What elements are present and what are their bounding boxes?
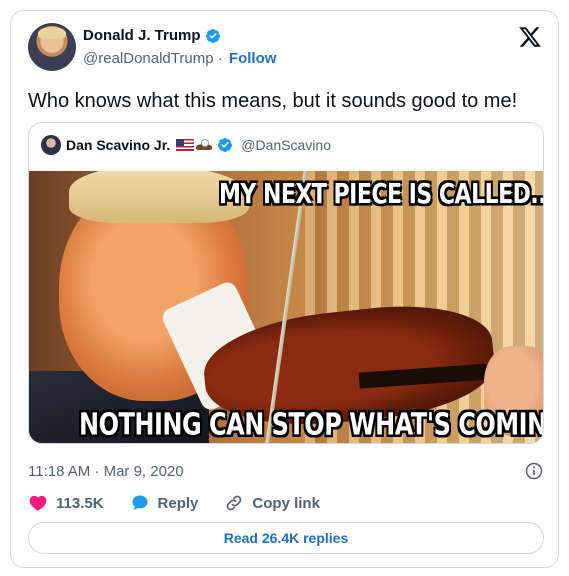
verified-badge-icon xyxy=(218,138,233,152)
timestamp-row: 11:18 AM · Mar 9, 2020 xyxy=(28,461,544,481)
quoted-author-display-name[interactable]: Dan Scavino Jr. xyxy=(66,137,170,153)
like-button[interactable]: 113.5K xyxy=(28,493,104,513)
eagle-icon xyxy=(196,138,213,152)
copy-link-label: Copy link xyxy=(252,494,320,512)
follow-button[interactable]: Follow xyxy=(229,50,277,67)
like-count: 113.5K xyxy=(56,494,104,512)
speech-bubble-icon xyxy=(132,495,148,511)
x-logo-icon[interactable] xyxy=(518,25,542,49)
heart-icon xyxy=(29,495,47,511)
read-replies-button[interactable]: Read 26.4K replies xyxy=(28,522,544,554)
tweet-embed-card: Donald J. Trump @realDonaldTrump · Follo… xyxy=(10,10,559,568)
meme-caption-top: MY NEXT PIECE IS CALLED... xyxy=(219,179,544,211)
quoted-tweet-header: Dan Scavino Jr. @DanScavino xyxy=(41,135,331,155)
link-icon xyxy=(227,495,242,511)
quoted-tweet[interactable]: Dan Scavino Jr. @DanScavino MY NEXT PIEC… xyxy=(28,122,544,444)
tweet-actions: 113.5K Reply Copy link xyxy=(28,493,320,513)
tweet-text: Who knows what this means, but it sounds… xyxy=(28,90,518,112)
author-handle[interactable]: @realDonaldTrump xyxy=(83,50,214,67)
author-display-name[interactable]: Donald J. Trump xyxy=(83,27,201,44)
quoted-author-handle[interactable]: @DanScavino xyxy=(241,137,331,153)
meme-caption-bottom: NOTHING CAN STOP WHAT'S COMING. xyxy=(79,407,544,442)
reply-label: Reply xyxy=(157,494,199,512)
handle-separator: · xyxy=(217,50,223,67)
author-name-row: Donald J. Trump xyxy=(83,27,221,44)
reply-button[interactable]: Reply xyxy=(130,493,199,513)
tweet-timestamp[interactable]: 11:18 AM · Mar 9, 2020 xyxy=(28,463,184,480)
author-handle-row: @realDonaldTrump · Follow xyxy=(83,50,276,67)
author-avatar[interactable] xyxy=(28,23,76,71)
copy-link-button[interactable]: Copy link xyxy=(224,493,320,513)
verified-badge-icon xyxy=(205,28,220,43)
quoted-tweet-image[interactable]: MY NEXT PIECE IS CALLED... NOTHING CAN S… xyxy=(29,171,544,443)
info-icon[interactable] xyxy=(524,461,544,481)
us-flag-icon xyxy=(176,139,195,151)
quoted-author-avatar[interactable] xyxy=(41,135,61,155)
quoted-author-name-emojis xyxy=(176,138,213,152)
